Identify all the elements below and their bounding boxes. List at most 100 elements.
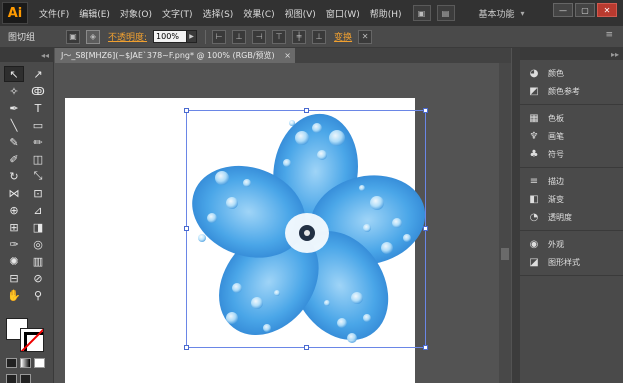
scrollbar-thumb[interactable]: [501, 248, 509, 260]
hand-tool-icon[interactable]: ✋: [4, 287, 24, 303]
menu-item[interactable]: 窗口(W): [321, 7, 365, 20]
bridge-icon[interactable]: ▣: [412, 5, 431, 21]
line-tool-icon[interactable]: ╲: [4, 117, 24, 133]
draw-normal-icon[interactable]: [6, 374, 17, 383]
resize-handle[interactable]: [304, 345, 309, 350]
resize-handle[interactable]: [304, 108, 309, 113]
perspective-grid-tool-icon[interactable]: ⊿: [28, 202, 48, 218]
transform-link[interactable]: 变换: [334, 30, 352, 43]
menu-item[interactable]: 文字(T): [157, 7, 198, 20]
canvas-area[interactable]: [55, 63, 511, 383]
menu-item[interactable]: 对象(O): [115, 7, 157, 20]
align-right-icon[interactable]: ⊣: [252, 29, 267, 44]
menu-item[interactable]: 文件(F): [34, 7, 74, 20]
align-center-icon[interactable]: ⊥: [232, 29, 247, 44]
gradient-mode-icon[interactable]: [20, 358, 31, 368]
eraser-tool-icon[interactable]: ◫: [28, 151, 48, 167]
screen-mode-icon[interactable]: [20, 374, 31, 383]
blob-brush-tool-icon[interactable]: ✐: [4, 151, 24, 167]
illustrator-window: Ai 文件(F) 编辑(E) 对象(O) 文字(T) 选择(S) 效果(C) 视图(V) 窗口…: [0, 0, 623, 383]
color-mode-icon[interactable]: [6, 358, 17, 368]
document-tab[interactable]: J～_S8[MHZ6](~$JAE`378~F.png* @ 100% (RGB…: [55, 48, 295, 63]
collapse-panels-icon[interactable]: ▸▸: [520, 48, 623, 60]
drawing-mode-row: [6, 374, 31, 383]
align-left-icon[interactable]: ⊢: [212, 29, 227, 44]
resize-handle[interactable]: [184, 345, 189, 350]
panel-item[interactable]: ◪ 图形样式: [520, 253, 623, 271]
symbol-sprayer-tool-icon[interactable]: ✺: [4, 253, 24, 269]
panel-item[interactable]: ◩ 颜色参考: [520, 82, 623, 100]
blend-tool-icon[interactable]: ◎: [28, 236, 48, 252]
paintbrush-tool-icon[interactable]: ✎: [4, 134, 24, 150]
panel-item[interactable]: ◉ 外观: [520, 235, 623, 253]
panel-item[interactable]: ▦ 色板: [520, 109, 623, 127]
panel-item[interactable]: ♆ 画笔: [520, 127, 623, 145]
edit-contents-icon[interactable]: ▣: [66, 29, 80, 44]
panel-item[interactable]: ≡ 描边: [520, 172, 623, 190]
edit-group-icon[interactable]: ◈: [86, 29, 100, 44]
opacity-input[interactable]: 100%: [153, 30, 188, 43]
resize-handle[interactable]: [423, 108, 428, 113]
pencil-tool-icon[interactable]: ✏: [28, 134, 48, 150]
close-button[interactable]: ✕: [597, 3, 617, 17]
resize-handle[interactable]: [184, 108, 189, 113]
brushes-icon: ♆: [529, 130, 539, 142]
panel-item[interactable]: ◕ 颜色: [520, 64, 623, 82]
direct-selection-tool-icon[interactable]: ↗: [28, 66, 48, 82]
chevron-down-icon[interactable]: ▾: [521, 9, 525, 18]
gradient-tool-icon[interactable]: ◨: [28, 219, 48, 235]
magic-wand-tool-icon[interactable]: ✧: [4, 83, 24, 99]
scale-tool-icon[interactable]: ⤡: [28, 168, 48, 184]
mesh-tool-icon[interactable]: ⊞: [4, 219, 24, 235]
panel-item-label: 颜色: [548, 68, 564, 78]
shape-builder-tool-icon[interactable]: ⊕: [4, 202, 24, 218]
column-graph-tool-icon[interactable]: ▥: [28, 253, 48, 269]
resize-handle[interactable]: [423, 226, 428, 231]
rotate-tool-icon[interactable]: ↻: [4, 168, 24, 184]
rectangle-tool-icon[interactable]: ▭: [28, 117, 48, 133]
maximize-button[interactable]: ▢: [575, 3, 595, 17]
align-top-icon[interactable]: ⊤: [272, 29, 287, 44]
panel-options-icon[interactable]: ≡: [605, 30, 613, 40]
align-middle-icon[interactable]: ╪: [292, 29, 307, 44]
opacity-label[interactable]: 不透明度:: [108, 30, 147, 43]
collapse-icon[interactable]: ◂◂: [0, 48, 53, 62]
panel-item[interactable]: ♣ 符号: [520, 145, 623, 163]
menu-item[interactable]: 编辑(E): [74, 7, 115, 20]
selection-tool-icon[interactable]: ↖: [4, 66, 24, 82]
resize-handle[interactable]: [423, 345, 428, 350]
width-tool-icon[interactable]: ⋈: [4, 185, 24, 201]
align-bottom-icon[interactable]: ⊥: [312, 29, 327, 44]
artboard-tool-icon[interactable]: ⊟: [4, 270, 24, 286]
vertical-scrollbar[interactable]: [499, 63, 511, 383]
close-tab-icon[interactable]: ×: [284, 48, 291, 63]
transparency-icon: ◔: [529, 211, 539, 223]
menu-item[interactable]: 效果(C): [238, 7, 279, 20]
color-mode-row: [6, 358, 45, 368]
eyedropper-tool-icon[interactable]: ✑: [4, 236, 24, 252]
lasso-tool-icon[interactable]: ↂ: [28, 83, 48, 99]
arrange-documents-icon[interactable]: ▤: [436, 5, 455, 21]
none-mode-icon[interactable]: [34, 358, 45, 368]
workspace-switcher[interactable]: 基本功能: [479, 7, 515, 20]
panel-item-label: 符号: [548, 149, 564, 159]
menu-item[interactable]: 帮助(H): [365, 7, 407, 20]
panel-item[interactable]: ◔ 透明度: [520, 208, 623, 226]
minimize-button[interactable]: —: [553, 3, 573, 17]
stroke-swatch[interactable]: [20, 328, 44, 352]
menu-item[interactable]: 选择(S): [198, 7, 239, 20]
menu-items: 文件(F) 编辑(E) 对象(O) 文字(T) 选择(S) 效果(C) 视图(V) 窗口(W)…: [34, 7, 407, 20]
menu-item[interactable]: 视图(V): [280, 7, 321, 20]
isolate-icon[interactable]: ✕: [358, 29, 373, 44]
resize-handle[interactable]: [184, 226, 189, 231]
zoom-tool-icon[interactable]: ⚲: [28, 287, 48, 303]
free-transform-tool-icon[interactable]: ⊡: [28, 185, 48, 201]
panel-group: ▦ 色板 ♆ 画笔 ♣ 符号: [520, 105, 623, 168]
opacity-dropdown-arrow-icon[interactable]: ▶: [187, 30, 198, 43]
pen-tool-icon[interactable]: ✒: [4, 100, 24, 116]
palette-icon: ◕: [529, 67, 539, 79]
type-tool-icon[interactable]: T: [28, 100, 48, 116]
slice-tool-icon[interactable]: ⊘: [28, 270, 48, 286]
panel-item[interactable]: ◧ 渐变: [520, 190, 623, 208]
panel-item-label: 描边: [548, 176, 564, 186]
